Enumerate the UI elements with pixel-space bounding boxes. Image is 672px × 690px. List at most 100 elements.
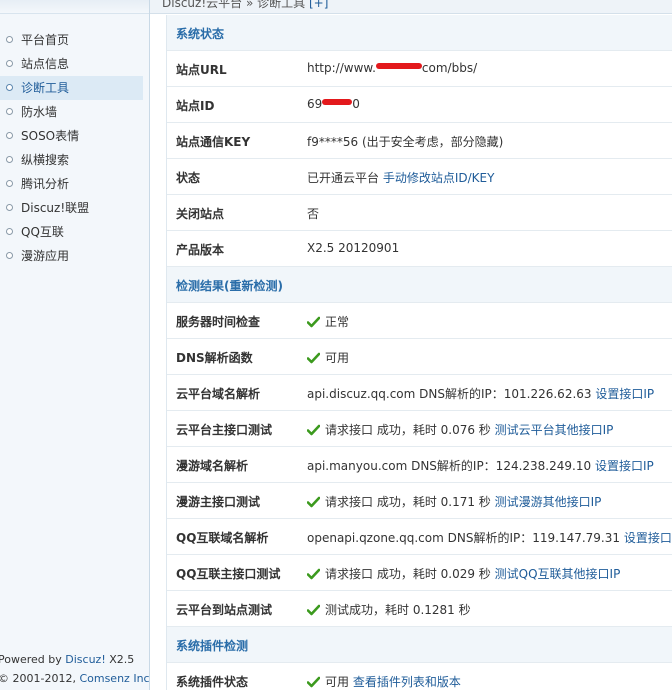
section-title-recheck-link[interactable]: 检测结果(重新检测)	[176, 277, 283, 294]
plugin-list-link[interactable]: 查看插件列表和版本	[353, 675, 461, 689]
bullet-icon	[6, 228, 13, 235]
row-value: 可用 查看插件列表和版本	[307, 673, 461, 690]
row-plugin-status: 系统插件状态 可用 查看插件列表和版本	[167, 663, 672, 690]
row-qq-dns: QQ互联域名解析 openapi.qzone.qq.com DNS解析的IP：1…	[167, 519, 672, 555]
edit-site-key-link[interactable]: 手动修改站点ID/KEY	[383, 171, 495, 185]
row-site-url: 站点URL http://www. com/bbs/	[167, 51, 672, 87]
check-icon	[307, 568, 320, 580]
row-value: 否	[307, 207, 320, 221]
row-value: api.discuz.qq.com DNS解析的IP：101.226.62.63…	[307, 387, 655, 401]
section-header-detect: 检测结果(重新检测)	[167, 267, 672, 303]
redaction-mark	[322, 99, 353, 105]
row-status: 状态 已开通云平台 手动修改站点ID/KEY	[167, 159, 672, 195]
breadcrumb-bar: Discuz!云平台 » 诊断工具 [+]	[150, 0, 672, 14]
row-value: f9****56 (出于安全考虑，部分隐藏)	[307, 135, 504, 149]
section-title: 系统插件检测	[176, 639, 249, 653]
sidebar-item-search[interactable]: 纵横搜索	[0, 148, 149, 172]
sidebar-item-soso[interactable]: SOSO表情	[0, 124, 149, 148]
row-cloud-dns: 云平台域名解析 api.discuz.qq.com DNS解析的IP：101.2…	[167, 375, 672, 411]
row-label: 产品版本	[176, 243, 225, 257]
diagnostic-table: 系统状态 站点URL http://www. com/bbs/ 站点ID 69 0 …	[166, 15, 672, 690]
row-close-site: 关闭站点 否	[167, 195, 672, 231]
row-label: 云平台域名解析	[176, 387, 261, 401]
sidebar-footer: Powered by Discuz! X2.5 © 2001-2012, Com…	[0, 650, 153, 688]
row-value: X2.5 20120901	[307, 241, 400, 255]
discuz-link[interactable]: Discuz!	[65, 653, 105, 666]
set-api-ip-link[interactable]: 设置接口IP	[595, 387, 654, 401]
row-label: QQ互联域名解析	[176, 531, 269, 545]
redaction-mark	[375, 63, 422, 69]
set-api-ip-link[interactable]: 设置接口IP	[595, 459, 654, 473]
row-label: 关闭站点	[176, 207, 225, 221]
sidebar-item-analytics[interactable]: 腾讯分析	[0, 172, 149, 196]
row-label: 服务器时间检查	[176, 315, 261, 329]
section-header-system-status: 系统状态	[167, 15, 672, 51]
sidebar-item-diagnostic[interactable]: 诊断工具	[0, 76, 143, 100]
row-label: DNS解析函数	[176, 351, 253, 365]
check-icon	[307, 316, 320, 328]
sidebar: 平台首页 站点信息 诊断工具 防水墙 SOSO表情 纵横搜索 腾讯分析 Disc…	[0, 0, 153, 690]
row-site-test: 云平台到站点测试 测试成功，耗时 0.1281 秒	[167, 591, 672, 627]
row-label: 云平台到站点测试	[176, 603, 273, 617]
row-manyou-dns: 漫游域名解析 api.manyou.com DNS解析的IP：124.238.2…	[167, 447, 672, 483]
expand-link[interactable]: [+]	[309, 0, 328, 10]
comsenz-link[interactable]: Comsenz Inc.	[79, 672, 153, 685]
row-value: 测试成功，耗时 0.1281 秒	[307, 601, 471, 618]
sidebar-menu: 平台首页 站点信息 诊断工具 防水墙 SOSO表情 纵横搜索 腾讯分析 Disc…	[0, 28, 149, 268]
row-manyou-api: 漫游主接口测试 请求接口 成功，耗时 0.171 秒 测试漫游其他接口IP	[167, 483, 672, 519]
row-label: 状态	[176, 171, 201, 185]
sidebar-item-manyou[interactable]: 漫游应用	[0, 244, 149, 268]
row-label: QQ互联主接口测试	[176, 567, 281, 581]
sidebar-top-band	[0, 0, 149, 14]
bullet-icon	[6, 204, 13, 211]
row-value: 已开通云平台 手动修改站点ID/KEY	[307, 171, 495, 185]
section-title: 系统状态	[176, 27, 225, 41]
row-version: 产品版本 X2.5 20120901	[167, 231, 672, 267]
bullet-icon	[6, 132, 13, 139]
row-site-key: 站点通信KEY f9****56 (出于安全考虑，部分隐藏)	[167, 123, 672, 159]
row-value: 69 0	[307, 97, 360, 111]
bullet-icon	[6, 156, 13, 163]
bullet-icon	[6, 108, 13, 115]
sidebar-item-firewall[interactable]: 防水墙	[0, 100, 149, 124]
row-dns-function: DNS解析函数 可用	[167, 339, 672, 375]
row-value: 请求接口 成功，耗时 0.029 秒 测试QQ互联其他接口IP	[307, 565, 620, 582]
bullet-icon	[6, 252, 13, 259]
breadcrumb: Discuz!云平台 » 诊断工具 [+]	[162, 0, 328, 11]
row-label: 站点通信KEY	[176, 135, 251, 149]
row-value: http://www. com/bbs/	[307, 61, 478, 75]
row-value: 正常	[307, 313, 349, 330]
section-header-plugin: 系统插件检测	[167, 627, 672, 663]
sidebar-item-site-info[interactable]: 站点信息	[0, 52, 149, 76]
row-value: 请求接口 成功，耗时 0.171 秒 测试漫游其他接口IP	[307, 493, 601, 510]
check-icon	[307, 676, 320, 688]
bullet-icon	[6, 84, 13, 91]
copyright: © 2001-2012, Comsenz Inc.	[0, 672, 154, 685]
row-label: 漫游域名解析	[176, 459, 249, 473]
row-qq-api: QQ互联主接口测试 请求接口 成功，耗时 0.029 秒 测试QQ互联其他接口I…	[167, 555, 672, 591]
row-cloud-api: 云平台主接口测试 请求接口 成功，耗时 0.076 秒 测试云平台其他接口IP	[167, 411, 672, 447]
main-content: Discuz!云平台 » 诊断工具 [+] 系统状态 站点URL http://…	[150, 0, 672, 690]
test-manyou-api-link[interactable]: 测试漫游其他接口IP	[495, 495, 602, 509]
row-server-time: 服务器时间检查 正常	[167, 303, 672, 339]
row-label: 漫游主接口测试	[176, 495, 261, 509]
sidebar-item-home[interactable]: 平台首页	[0, 28, 149, 52]
row-site-id: 站点ID 69 0	[167, 87, 672, 123]
sidebar-item-qq-connect[interactable]: QQ互联	[0, 220, 149, 244]
check-icon	[307, 424, 320, 436]
check-icon	[307, 496, 320, 508]
sidebar-item-union[interactable]: Discuz!联盟	[0, 196, 149, 220]
row-label: 云平台主接口测试	[176, 423, 273, 437]
bullet-icon	[6, 60, 13, 67]
row-value: 请求接口 成功，耗时 0.076 秒 测试云平台其他接口IP	[307, 421, 613, 438]
row-value: api.manyou.com DNS解析的IP：124.238.249.10 设…	[307, 459, 654, 473]
set-api-ip-link[interactable]: 设置接口IP	[624, 531, 672, 545]
test-qq-api-link[interactable]: 测试QQ互联其他接口IP	[495, 567, 621, 581]
row-label: 站点ID	[176, 99, 215, 113]
test-cloud-api-link[interactable]: 测试云平台其他接口IP	[495, 423, 614, 437]
row-value: 可用	[307, 349, 349, 366]
row-label: 系统插件状态	[176, 675, 249, 689]
check-icon	[307, 352, 320, 364]
row-value: openapi.qzone.qq.com DNS解析的IP：119.147.79…	[307, 529, 672, 546]
powered-by: Powered by Discuz! X2.5	[0, 653, 135, 666]
